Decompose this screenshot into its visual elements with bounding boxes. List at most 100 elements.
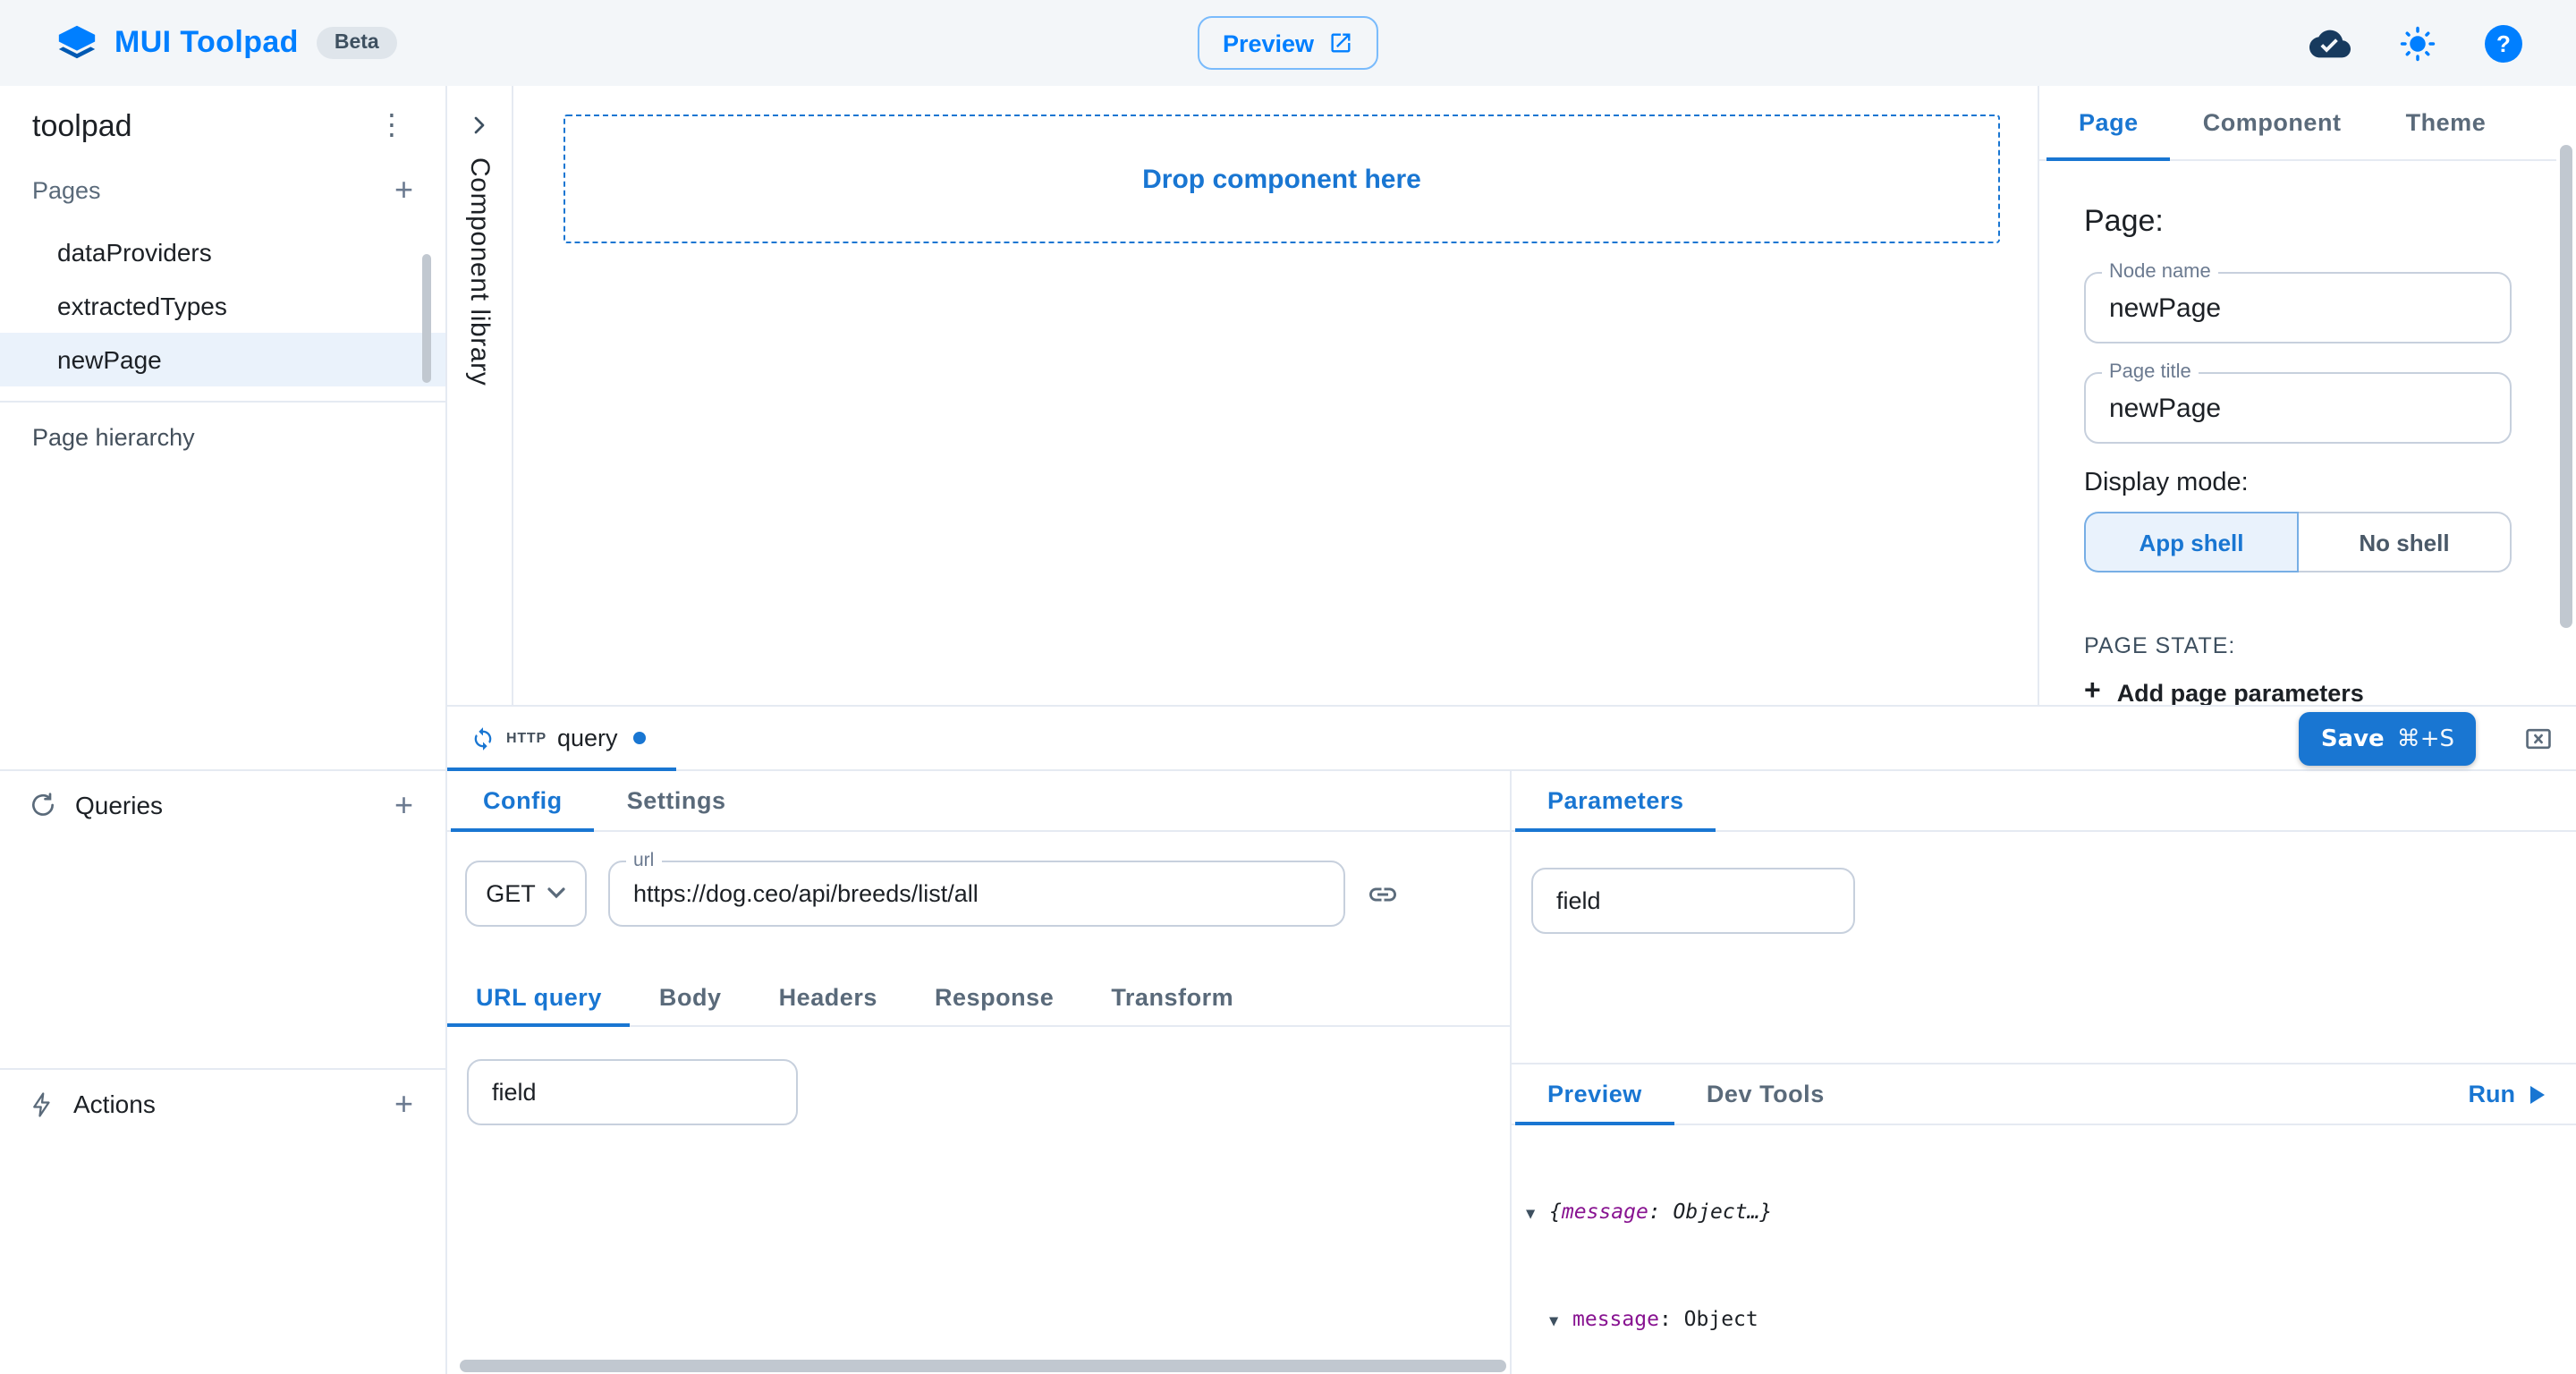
mui-toolpad-app: MUI Toolpad Beta Preview ? toolpad ⋮ Pag… — [0, 0, 2576, 1374]
url-query-field-input[interactable]: field — [467, 1059, 798, 1125]
request-row: GET url https://dog.ceo/api/breeds/list/… — [465, 861, 1510, 927]
beta-badge: Beta — [317, 27, 397, 59]
tree-node-value: Object — [1684, 1306, 1758, 1331]
header-actions: ? — [2309, 0, 2522, 86]
tab-headers[interactable]: Headers — [750, 970, 906, 1025]
app-header: MUI Toolpad Beta Preview ? — [0, 0, 2576, 86]
tree-root-preview: : Object…} — [1648, 1199, 1773, 1224]
query-tab-row: HTTP query Save ⌘+S — [447, 707, 2576, 771]
query-tab[interactable]: HTTP query — [447, 707, 677, 769]
add-page-parameters-label: Add page parameters — [2117, 679, 2364, 705]
horizontal-scrollbar-thumb[interactable] — [460, 1360, 1506, 1372]
tab-parameters[interactable]: Parameters — [1515, 771, 1716, 830]
page-title-value: newPage — [2109, 393, 2221, 423]
node-name-value: newPage — [2109, 293, 2221, 323]
query-preview-section: Parameters field Preview Dev Tools Run ▼… — [1512, 771, 2576, 1374]
sidebar-item-dataproviders[interactable]: dataProviders — [0, 225, 445, 279]
inspector-scrollbar-track — [2556, 86, 2576, 705]
tree-root-node[interactable]: ▼{message: Object…} — [1526, 1199, 2576, 1226]
page-list: dataProviders extractedTypes newPage — [0, 225, 445, 386]
method-select[interactable]: GET — [465, 861, 587, 927]
tab-config[interactable]: Config — [451, 771, 595, 830]
inspector-scrollbar-thumb[interactable] — [2560, 145, 2572, 628]
actions-icon — [29, 1090, 55, 1117]
tree-root-key: message — [1562, 1199, 1648, 1224]
sidebar-scrollbar[interactable] — [422, 254, 431, 383]
tree-node[interactable]: ▼messageObject — [1526, 1306, 2576, 1333]
inspector-panel: Page Component Theme Page: Node name new… — [2038, 86, 2556, 705]
tab-theme[interactable]: Theme — [2374, 86, 2519, 159]
close-panel-button[interactable] — [2524, 725, 2553, 753]
sidebar-item-newpage[interactable]: newPage — [0, 333, 445, 386]
method-value: GET — [486, 880, 536, 907]
queries-section: Queries + — [0, 769, 445, 839]
project-menu-icon[interactable]: ⋮ — [367, 109, 417, 145]
page-canvas[interactable]: Drop component here — [513, 86, 2038, 705]
query-editor-panel: HTTP query Save ⌘+S Config Settings — [447, 705, 2576, 1374]
page-heading: Page: — [2084, 204, 2512, 240]
tab-body[interactable]: Body — [631, 970, 750, 1025]
display-mode-toggle: App shell No shell — [2084, 512, 2512, 572]
parameters-tabs: Parameters — [1512, 771, 2576, 832]
theme-brightness-icon[interactable] — [2399, 24, 2436, 62]
request-config-section: Config Settings GET url https://dog.ceo/… — [447, 771, 1512, 1374]
tree-collapse-icon[interactable]: ▼ — [1526, 1202, 1549, 1229]
parameters-field-input[interactable]: field — [1531, 868, 1855, 934]
run-button[interactable]: Run — [2469, 1064, 2548, 1124]
project-row: toolpad ⋮ — [0, 86, 445, 161]
save-shortcut: ⌘+S — [2397, 725, 2454, 752]
tab-transform[interactable]: Transform — [1082, 970, 1262, 1025]
add-query-button[interactable]: + — [387, 789, 420, 821]
link-icon[interactable] — [1367, 878, 1399, 910]
display-mode-label: Display mode: — [2084, 469, 2512, 497]
tree-collapse-icon[interactable]: ▼ — [1549, 1310, 1572, 1336]
pages-section-header: Pages + — [0, 161, 445, 218]
drop-zone[interactable]: Drop component here — [564, 114, 2000, 243]
plus-icon: + — [2084, 676, 2101, 705]
expand-component-library-icon[interactable] — [465, 111, 494, 140]
tab-dev-tools[interactable]: Dev Tools — [1674, 1064, 1857, 1124]
page-title-field[interactable]: Page title newPage — [2084, 372, 2512, 444]
request-detail-tabs: URL query Body Headers Response Transfor… — [447, 970, 1510, 1027]
help-icon[interactable]: ? — [2485, 24, 2522, 62]
tab-url-query[interactable]: URL query — [447, 970, 631, 1025]
unsaved-indicator-dot — [634, 732, 647, 744]
component-library-panel: Component library — [447, 86, 513, 705]
run-button-label: Run — [2469, 1081, 2516, 1107]
page-item-label: newPage — [57, 345, 162, 374]
sidebar: toolpad ⋮ Pages + dataProviders extracte… — [0, 86, 447, 1374]
tab-component[interactable]: Component — [2171, 86, 2374, 159]
parameters-field-value: field — [1556, 887, 1601, 914]
chevron-down-icon — [548, 887, 566, 900]
drop-zone-text: Drop component here — [1142, 164, 1421, 194]
page-state-label: PAGE STATE: — [2084, 633, 2512, 658]
tab-settings[interactable]: Settings — [595, 771, 758, 830]
sidebar-item-extractedtypes[interactable]: extractedTypes — [0, 279, 445, 333]
add-page-parameters-button[interactable]: + Add page parameters — [2084, 676, 2512, 705]
cloud-done-icon[interactable] — [2309, 22, 2351, 64]
project-name: toolpad — [32, 109, 132, 145]
tab-response[interactable]: Response — [906, 970, 1082, 1025]
add-action-button[interactable]: + — [387, 1088, 420, 1120]
http-query-icon — [470, 725, 496, 751]
save-button[interactable]: Save ⌘+S — [2300, 712, 2476, 766]
preview-button[interactable]: Preview — [1198, 16, 1378, 70]
queries-label: Queries — [75, 791, 163, 819]
url-input-value: https://dog.ceo/api/breeds/list/all — [633, 880, 979, 907]
save-button-label: Save — [2321, 725, 2385, 752]
config-tabs: Config Settings — [447, 771, 1510, 832]
url-input-label: url — [626, 850, 661, 871]
app-shell-button[interactable]: App shell — [2084, 512, 2299, 572]
tab-page[interactable]: Page — [2046, 86, 2171, 159]
tree-node-key: message — [1572, 1306, 1684, 1331]
no-shell-button[interactable]: No shell — [2299, 512, 2512, 572]
node-name-field[interactable]: Node name newPage — [2084, 272, 2512, 344]
url-query-field-value: field — [492, 1079, 537, 1106]
component-library-label: Component library — [464, 157, 495, 386]
url-input[interactable]: url https://dog.ceo/api/breeds/list/all — [608, 861, 1345, 927]
tab-preview[interactable]: Preview — [1515, 1064, 1674, 1124]
page-item-label: dataProviders — [57, 238, 212, 267]
queries-icon — [29, 791, 57, 819]
preview-button-label: Preview — [1223, 30, 1314, 56]
add-page-button[interactable]: + — [387, 174, 420, 206]
